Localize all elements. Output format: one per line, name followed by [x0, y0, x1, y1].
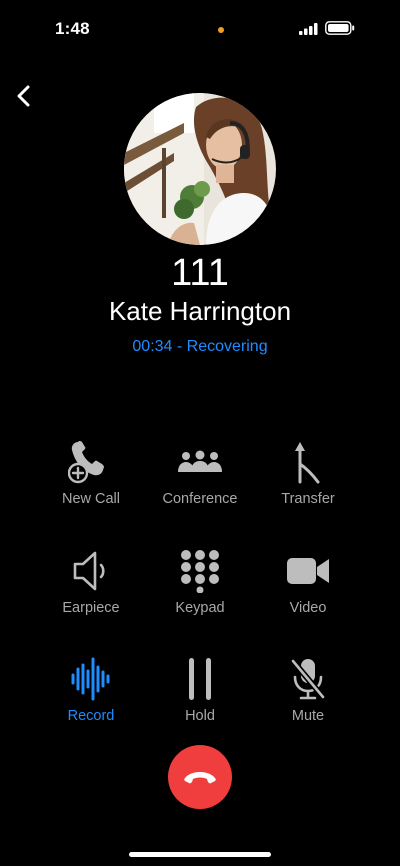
- back-button[interactable]: [12, 82, 36, 110]
- pause-icon: [189, 658, 211, 700]
- mute-label: Mute: [291, 708, 325, 724]
- hold-button[interactable]: Hold: [145, 657, 255, 737]
- call-status: 00:34 - Recovering: [132, 338, 268, 355]
- home-indicator[interactable]: [129, 852, 271, 857]
- transfer-arrow-icon: [295, 442, 320, 484]
- status-time: 1:48: [55, 19, 90, 38]
- caller-name: Kate Harrington: [108, 296, 292, 326]
- phone-add-icon: [68, 441, 104, 484]
- status-bar: 1:48: [0, 0, 400, 56]
- caller-number: 111: [171, 252, 229, 294]
- chevron-left-icon: [17, 85, 30, 107]
- transfer-label: Transfer: [281, 491, 335, 507]
- conference-label: Conference: [162, 491, 238, 507]
- caller-avatar: [124, 93, 276, 245]
- speaker-icon: [73, 551, 105, 591]
- waveform-icon: [71, 657, 110, 701]
- keypad-label: Keypad: [175, 600, 225, 616]
- video-label: Video: [289, 600, 327, 616]
- conference-button[interactable]: Conference: [145, 440, 255, 520]
- record-label: Record: [67, 708, 115, 724]
- mute-button[interactable]: Mute: [253, 657, 363, 737]
- recording-indicator-dot: [218, 27, 224, 33]
- new-call-label: New Call: [61, 491, 120, 507]
- video-button[interactable]: Video: [253, 549, 363, 629]
- earpiece-label: Earpiece: [62, 600, 120, 616]
- people-group-icon: [178, 450, 222, 472]
- keypad-grid-icon: [181, 550, 219, 593]
- mic-slash-icon: [290, 658, 326, 700]
- record-button[interactable]: Record: [36, 657, 146, 737]
- keypad-button[interactable]: Keypad: [145, 549, 255, 629]
- end-call-button[interactable]: [168, 745, 232, 809]
- signal-icon: [299, 23, 318, 35]
- phone-down-icon: [184, 772, 216, 784]
- hold-label: Hold: [185, 708, 215, 724]
- new-call-button[interactable]: New Call: [36, 440, 146, 520]
- earpiece-button[interactable]: Earpiece: [36, 549, 146, 629]
- transfer-button[interactable]: Transfer: [253, 440, 363, 520]
- battery-icon: [325, 21, 355, 35]
- video-camera-icon: [287, 558, 329, 584]
